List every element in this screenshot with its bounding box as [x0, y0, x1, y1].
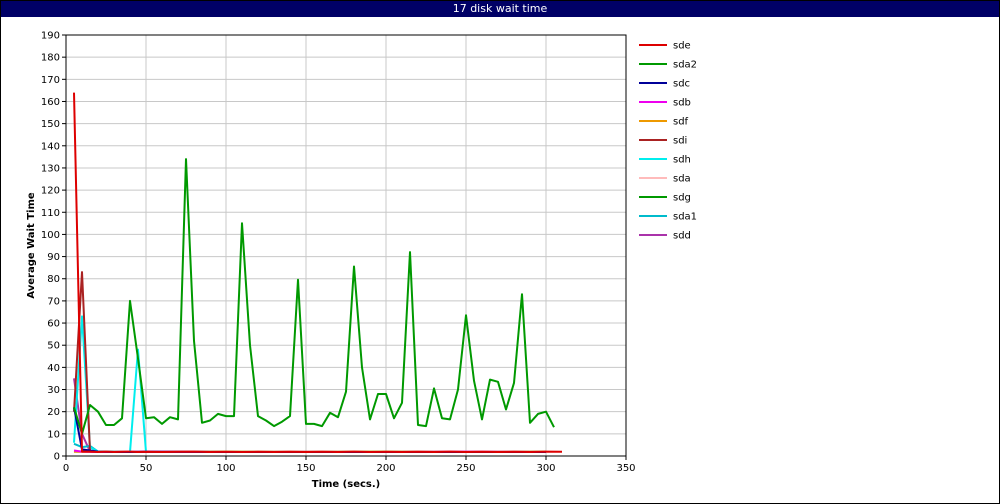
legend-label-sda: sda: [673, 174, 691, 185]
x-axis-label: Time (secs.): [312, 479, 381, 490]
legend-label-sdg: sdg: [673, 193, 691, 204]
y-tick-label: 110: [41, 208, 60, 219]
line-chart: 0 50 100 150 200 250 300 350 0 10 20 30 40 50 60 70 80 90…: [26, 31, 697, 491]
y-tick-label: 120: [41, 186, 60, 197]
y-tick-label: 50: [47, 341, 60, 352]
y-tick-label: 0: [54, 452, 60, 463]
series-lines: [73, 92, 563, 453]
legend-label-sdc: sdc: [673, 79, 690, 90]
chart-window: 17 disk wait time 0 50 100 150 200 250 300 350 0…: [0, 0, 1000, 504]
x-tick-label: 0: [63, 463, 69, 474]
x-tick-label: 350: [616, 463, 635, 474]
x-tick-label: 150: [296, 463, 315, 474]
y-tick-label: 100: [41, 230, 60, 241]
y-tick-label: 60: [47, 319, 60, 330]
y-tick-label: 40: [47, 363, 60, 374]
y-tick-label: 160: [41, 97, 60, 108]
legend-label-sde: sde: [673, 41, 691, 52]
series-line-sde: [73, 92, 563, 453]
legend-label-sda2: sda2: [673, 60, 697, 71]
y-tick-label: 70: [47, 296, 60, 307]
y-tick-label: 170: [41, 75, 60, 86]
x-tick-label: 300: [536, 463, 555, 474]
y-tick-label: 30: [47, 385, 60, 396]
y-axis-label: Average Wait Time: [26, 192, 37, 299]
legend-label-sdd: sdd: [673, 231, 691, 242]
x-tick-label: 50: [140, 463, 153, 474]
x-tick-label: 250: [456, 463, 475, 474]
y-tick-label: 80: [47, 274, 60, 285]
y-tick-label: 150: [41, 119, 60, 130]
y-tick-label: 180: [41, 53, 60, 64]
y-tick-label: 10: [47, 429, 60, 440]
legend-label-sda1: sda1: [673, 212, 697, 223]
legend-label-sdi: sdi: [673, 136, 687, 147]
y-tick-label: 20: [47, 407, 60, 418]
y-tick-label: 130: [41, 163, 60, 174]
x-tick-label: 200: [376, 463, 395, 474]
x-tick-label: 100: [216, 463, 235, 474]
y-tick-label: 140: [41, 141, 60, 152]
legend-label-sdh: sdh: [673, 155, 691, 166]
legend-label-sdf: sdf: [673, 117, 689, 128]
y-tick-label: 90: [47, 252, 60, 263]
y-tick-label: 190: [41, 31, 60, 42]
legend-label-sdb: sdb: [673, 98, 691, 109]
legend: sde sda2 sdc sdb sdf sdi sdh sda sdg sda1 sdd: [639, 41, 697, 242]
